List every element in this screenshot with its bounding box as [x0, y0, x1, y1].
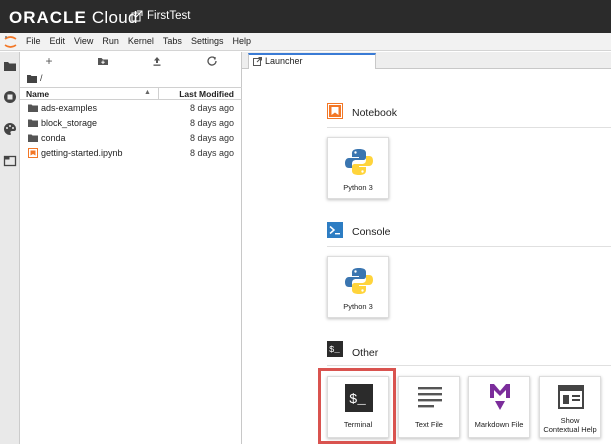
file-name: ads-examples: [41, 103, 98, 113]
section-divider: [327, 127, 611, 128]
console-section-icon: [327, 222, 343, 238]
folder-icon: [28, 119, 38, 127]
palette-icon[interactable]: [3, 122, 17, 136]
card-label: Show Contextual Help: [543, 416, 597, 434]
file-browser-toolbar: +: [20, 52, 242, 70]
python-icon: [345, 268, 373, 294]
file-modified: 8 days ago: [189, 148, 234, 158]
folder-icon: [27, 74, 37, 83]
list-item[interactable]: block_storage 8 days ago: [20, 116, 242, 131]
running-icon[interactable]: [3, 90, 17, 104]
tab-bar: Launcher: [242, 52, 611, 70]
markdown-icon: [490, 384, 510, 410]
launcher-panel: Notebook Python 3 Console Python 3 $_ Ot…: [242, 69, 611, 444]
file-list-header: Name ▲ Last Modified: [20, 87, 242, 100]
menu-view[interactable]: View: [74, 36, 93, 46]
tab-label: Launcher: [265, 56, 303, 66]
list-item[interactable]: conda 8 days ago: [20, 131, 242, 146]
file-modified: 8 days ago: [189, 118, 234, 128]
list-item[interactable]: ads-examples 8 days ago: [20, 101, 242, 116]
card-label: Python 3: [343, 183, 373, 192]
file-name: getting-started.ipynb: [41, 148, 123, 158]
new-launcher-icon[interactable]: +: [42, 54, 56, 68]
file-modified: 8 days ago: [189, 133, 234, 143]
menu-settings[interactable]: Settings: [191, 36, 224, 46]
file-name: conda: [41, 133, 66, 143]
console-section-title: Console: [352, 226, 391, 238]
markdown-file-card[interactable]: Markdown File: [468, 376, 530, 438]
other-section-title: Other: [352, 347, 379, 359]
text-file-icon: [418, 387, 442, 408]
external-link-icon[interactable]: [131, 10, 143, 22]
folder-icon: [28, 134, 38, 142]
terminal-highlight-box: [318, 368, 396, 444]
notebook-section-title: Notebook: [352, 107, 397, 119]
oracle-brand-text: ORACLE: [9, 8, 87, 27]
breadcrumb-path: /: [40, 73, 43, 83]
file-modified: 8 days ago: [189, 103, 234, 113]
folder-icon: [28, 104, 38, 112]
text-file-card[interactable]: Text File: [398, 376, 460, 438]
menu-run[interactable]: Run: [102, 36, 119, 46]
section-divider: [327, 246, 611, 247]
upload-icon[interactable]: [150, 54, 164, 68]
menu-bar: File Edit View Run Kernel Tabs Settings …: [0, 33, 611, 51]
new-folder-icon[interactable]: [96, 54, 110, 68]
breadcrumb[interactable]: /: [27, 73, 43, 83]
project-name[interactable]: FirstTest: [147, 10, 190, 22]
main-area: Launcher Notebook Python 3 Console Pytho…: [242, 52, 611, 444]
card-label: Python 3: [343, 302, 373, 311]
menu-items: File Edit View Run Kernel Tabs Settings …: [26, 36, 260, 46]
section-divider: [327, 365, 611, 366]
menu-file[interactable]: File: [26, 36, 41, 46]
tabs-icon[interactable]: [3, 154, 17, 168]
tab-launcher[interactable]: Launcher: [248, 53, 376, 70]
modified-column-header[interactable]: Last Modified: [179, 89, 234, 99]
menu-help[interactable]: Help: [232, 36, 251, 46]
python-icon: [345, 149, 373, 175]
menu-edit[interactable]: Edit: [50, 36, 66, 46]
contextual-help-card[interactable]: Show Contextual Help: [539, 376, 601, 438]
contextual-help-icon: [558, 385, 584, 409]
column-divider[interactable]: [158, 88, 159, 99]
notebook-icon: [28, 148, 38, 158]
folder-icon[interactable]: [3, 59, 17, 73]
svg-text:$_: $_: [329, 345, 340, 355]
file-list: ads-examples 8 days ago block_storage 8 …: [20, 101, 242, 161]
other-section-icon: $_: [327, 341, 343, 357]
file-browser: + / Name ▲ Last Modified ads-examples 8 …: [20, 52, 242, 444]
name-column-header[interactable]: Name: [26, 89, 49, 99]
launcher-icon: [253, 57, 262, 66]
jupyter-logo-icon: [4, 36, 17, 48]
file-name: block_storage: [41, 118, 98, 128]
left-sidebar-strip: [0, 52, 20, 444]
console-python3-card[interactable]: Python 3: [327, 256, 389, 318]
card-label: Markdown File: [474, 420, 524, 429]
menu-kernel[interactable]: Kernel: [128, 36, 154, 46]
notebook-python3-card[interactable]: Python 3: [327, 137, 389, 199]
list-item[interactable]: getting-started.ipynb 8 days ago: [20, 146, 242, 161]
oracle-cloud-logo[interactable]: ORACLE Cloud: [9, 8, 138, 28]
card-label: Text File: [415, 420, 443, 429]
oracle-top-bar: ORACLE Cloud FirstTest: [0, 0, 611, 33]
refresh-icon[interactable]: [205, 54, 219, 68]
notebook-section-icon: [327, 103, 343, 119]
menu-tabs[interactable]: Tabs: [163, 36, 182, 46]
sort-ascending-icon: ▲: [144, 89, 151, 96]
